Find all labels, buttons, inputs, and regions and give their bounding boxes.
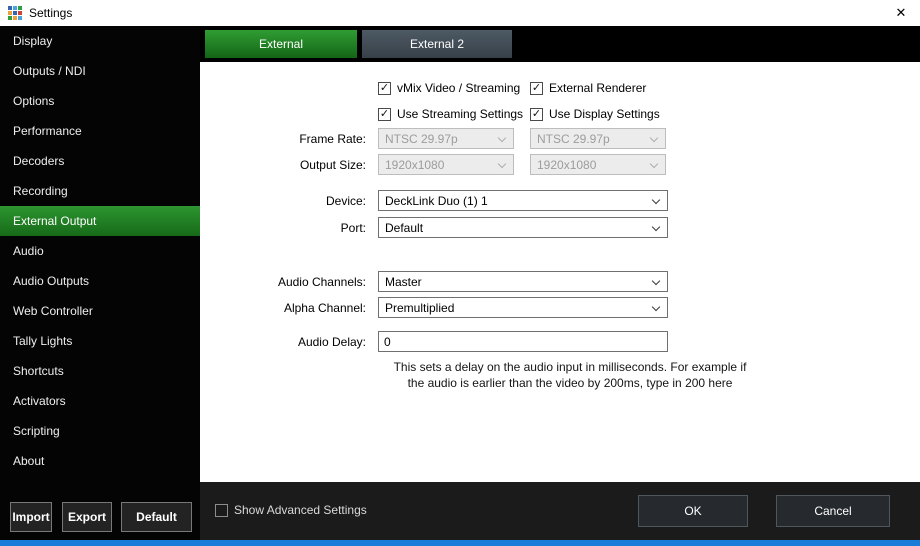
sidebar-item-options[interactable]: Options [0,86,200,116]
sidebar-item-scripting[interactable]: Scripting [0,416,200,446]
checkbox-check-icon[interactable]: ✓ [530,82,543,95]
window-title: Settings [29,6,72,20]
audio-delay-help-text: This sets a delay on the audio input in … [378,359,762,391]
title-bar: Settings ✕ [0,0,920,26]
sidebar-item-audio-outputs[interactable]: Audio Outputs [0,266,200,296]
chevron-down-icon [652,277,660,285]
use-streaming-settings-label: Use Streaming Settings [397,107,523,121]
alpha-channel-select[interactable]: Premultiplied [378,297,668,318]
close-icon[interactable]: ✕ [890,2,912,24]
output-size-value-2: 1920x1080 [537,158,596,172]
chevron-down-icon [498,134,506,142]
port-value: Default [385,221,423,235]
alpha-channel-label: Alpha Channel: [200,301,366,315]
tab-external[interactable]: External [205,30,357,58]
audio-delay-label: Audio Delay: [200,335,366,349]
frame-rate-value-1: NTSC 29.97p [385,132,458,146]
checkbox-check-icon[interactable]: ✓ [378,108,391,121]
sidebar-item-display[interactable]: Display [0,26,200,56]
external-renderer-checkbox[interactable]: ✓ External Renderer [530,81,646,95]
external-renderer-label: External Renderer [549,81,646,95]
device-value: DeckLink Duo (1) 1 [385,194,488,208]
device-label: Device: [200,194,366,208]
sidebar-item-about[interactable]: About [0,446,200,476]
default-button[interactable]: Default [121,502,192,532]
chevron-down-icon [650,160,658,168]
help-line-2: the audio is earlier than the video by 2… [378,375,762,391]
vmix-logo-icon [8,6,22,20]
output-size-label: Output Size: [200,158,366,172]
vmix-video-streaming-label: vMix Video / Streaming [397,81,520,95]
main-area: External External 2 ✓ vMix Video / Strea… [200,26,920,540]
audio-delay-input[interactable] [378,331,668,352]
output-size-select-2: 1920x1080 [530,154,666,175]
port-label: Port: [200,221,366,235]
sidebar-item-outputs-ndi[interactable]: Outputs / NDI [0,56,200,86]
output-size-select-1: 1920x1080 [378,154,514,175]
sidebar-item-performance[interactable]: Performance [0,116,200,146]
chevron-down-icon [652,223,660,231]
use-display-settings-checkbox[interactable]: ✓ Use Display Settings [530,107,660,121]
chevron-down-icon [652,196,660,204]
use-streaming-settings-checkbox[interactable]: ✓ Use Streaming Settings [378,107,523,121]
export-button[interactable]: Export [62,502,112,532]
sidebar: Display Outputs / NDI Options Performanc… [0,26,200,540]
checkbox-empty-icon[interactable] [215,504,228,517]
output-size-value-1: 1920x1080 [385,158,444,172]
external-output-panel: ✓ vMix Video / Streaming ✓ External Rend… [200,62,920,482]
sidebar-item-web-controller[interactable]: Web Controller [0,296,200,326]
show-advanced-settings-checkbox[interactable]: Show Advanced Settings [215,503,367,517]
vmix-video-streaming-checkbox[interactable]: ✓ vMix Video / Streaming [378,81,520,95]
sidebar-item-shortcuts[interactable]: Shortcuts [0,356,200,386]
checkbox-check-icon[interactable]: ✓ [378,82,391,95]
audio-channels-label: Audio Channels: [200,275,366,289]
settings-window: Settings ✕ Display Outputs / NDI Options… [0,0,920,546]
sidebar-item-decoders[interactable]: Decoders [0,146,200,176]
frame-rate-value-2: NTSC 29.97p [537,132,610,146]
checkbox-check-icon[interactable]: ✓ [530,108,543,121]
sidebar-item-recording[interactable]: Recording [0,176,200,206]
frame-rate-select-2: NTSC 29.97p [530,128,666,149]
sidebar-item-tally-lights[interactable]: Tally Lights [0,326,200,356]
sidebar-item-external-output[interactable]: External Output [0,206,200,236]
chevron-down-icon [650,134,658,142]
tab-external-2[interactable]: External 2 [362,30,512,58]
frame-rate-select-1: NTSC 29.97p [378,128,514,149]
ok-button[interactable]: OK [638,495,748,527]
device-select[interactable]: DeckLink Duo (1) 1 [378,190,668,211]
sidebar-item-activators[interactable]: Activators [0,386,200,416]
chevron-down-icon [652,303,660,311]
show-advanced-settings-label: Show Advanced Settings [234,503,367,517]
use-display-settings-label: Use Display Settings [549,107,660,121]
cancel-button[interactable]: Cancel [776,495,890,527]
window-border-bottom [0,540,920,546]
footer-bar: Show Advanced Settings OK Cancel [200,482,920,540]
help-line-1: This sets a delay on the audio input in … [378,359,762,375]
audio-channels-value: Master [385,275,422,289]
frame-rate-label: Frame Rate: [200,132,366,146]
audio-channels-select[interactable]: Master [378,271,668,292]
alpha-channel-value: Premultiplied [385,301,454,315]
chevron-down-icon [498,160,506,168]
sidebar-item-audio[interactable]: Audio [0,236,200,266]
port-select[interactable]: Default [378,217,668,238]
import-button[interactable]: Import [10,502,52,532]
